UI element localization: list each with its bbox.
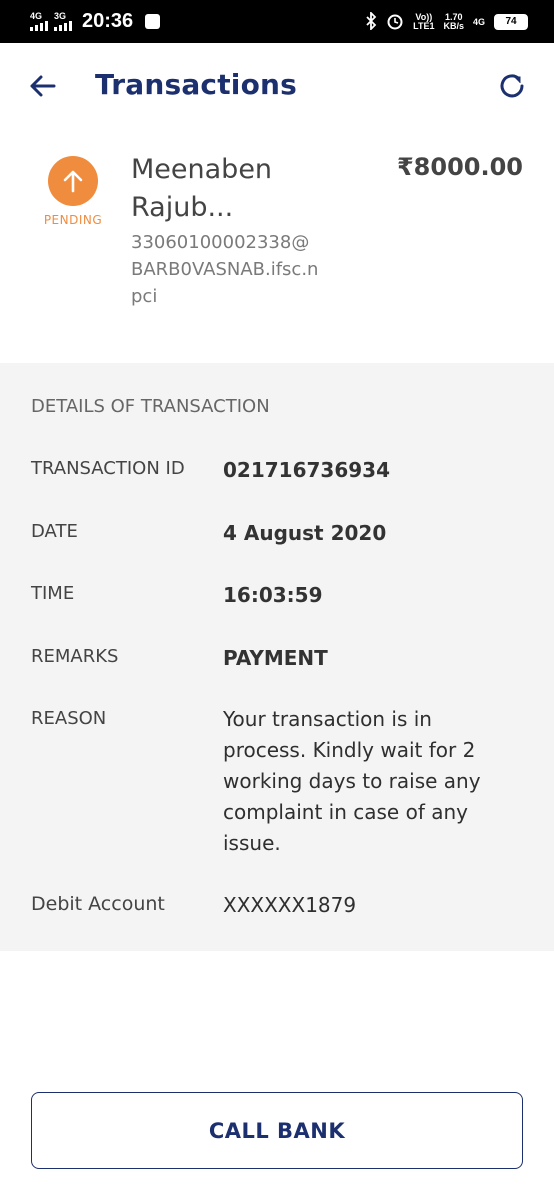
detail-label: REMARKS xyxy=(31,646,119,667)
battery-icon: 74 xyxy=(494,13,528,30)
arrow-left-icon xyxy=(30,75,56,97)
status-bar: 4G 3G 20:36 Vo)) LTE1 1.70 KB/s 4G 74 xyxy=(0,0,554,43)
detail-value: 4 August 2020 xyxy=(223,521,387,545)
status-badge: PENDING xyxy=(43,213,103,227)
transaction-details: DETAILS OF TRANSACTION TRANSACTION ID 02… xyxy=(0,363,554,951)
arrow-up-icon xyxy=(63,170,83,193)
app-bar: Transactions xyxy=(0,43,554,129)
data-network-icon: 4G xyxy=(472,16,485,27)
payee-vpa: 33060100002338@BARB0VASNAB.ifsc.npci xyxy=(131,232,319,307)
detail-label: TRANSACTION ID xyxy=(31,458,185,479)
volte-indicator: Vo)) LTE1 xyxy=(413,12,435,31)
signal-sim2-icon: 3G xyxy=(54,12,72,31)
notification-icon xyxy=(145,14,161,29)
detail-value: XXXXXX1879 xyxy=(223,893,357,917)
battery-level: 74 xyxy=(496,15,526,28)
detail-label: DATE xyxy=(31,521,78,542)
transaction-summary: PENDING Meenaben Rajub... 33060100002338… xyxy=(0,129,554,363)
detail-value: 16:03:59 xyxy=(223,583,323,607)
detail-label: TIME xyxy=(31,583,75,604)
detail-label: Debit Account xyxy=(31,893,165,915)
page-title: Transactions xyxy=(95,68,298,101)
network-type-2: 3G xyxy=(54,11,67,21)
bluetooth-icon xyxy=(365,10,377,32)
details-heading: DETAILS OF TRANSACTION xyxy=(31,396,270,417)
transaction-amount: ₹8000.00 xyxy=(396,153,523,181)
refresh-button[interactable] xyxy=(497,71,527,101)
refresh-icon xyxy=(500,74,524,98)
network-type-1: 4G xyxy=(30,11,43,21)
detail-value: Your transaction is in process. Kindly w… xyxy=(223,707,481,855)
status-time: 20:36 xyxy=(82,10,134,32)
back-button[interactable] xyxy=(28,71,58,101)
alarm-icon xyxy=(386,12,404,32)
detail-value: 021716736934 xyxy=(223,458,390,482)
signal-sim1-icon: 4G xyxy=(30,12,48,31)
detail-value: PAYMENT xyxy=(223,646,328,670)
speed-unit: KB/s xyxy=(443,20,464,31)
payee-name: Meenaben Rajub... xyxy=(131,154,273,223)
call-bank-button[interactable]: CALL BANK xyxy=(31,1092,523,1169)
network-speed: 1.70 KB/s xyxy=(443,12,464,31)
detail-label: REASON xyxy=(31,708,107,729)
debit-status-icon xyxy=(48,156,98,206)
lte-label: LTE1 xyxy=(413,20,435,31)
